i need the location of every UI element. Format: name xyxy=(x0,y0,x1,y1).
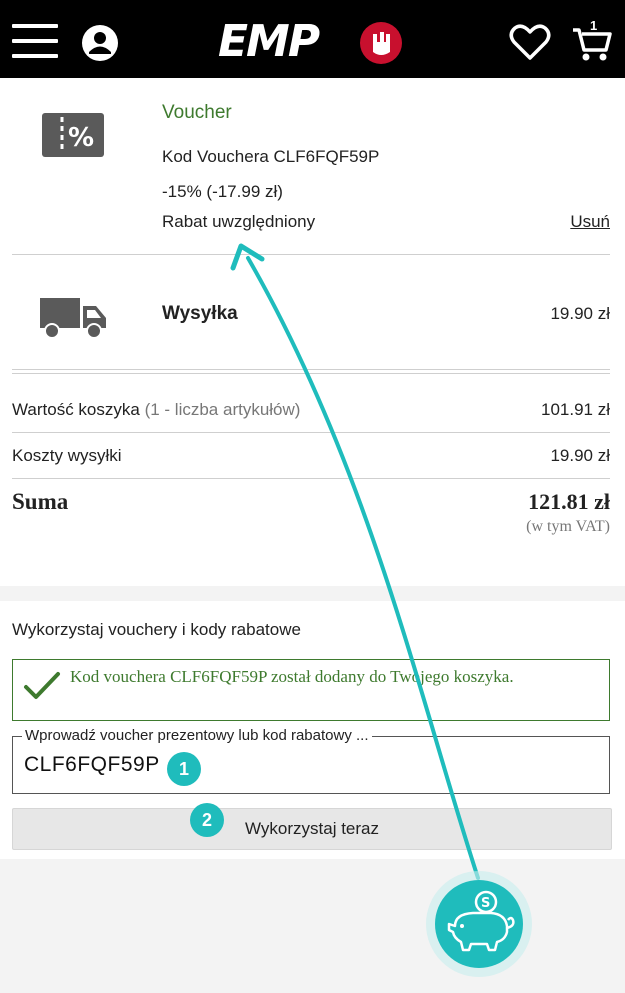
svg-text:S: S xyxy=(481,896,490,911)
cart-item-count: (1 - liczba artykułów) xyxy=(144,400,301,419)
divider xyxy=(12,369,610,370)
total-value: 121.81 zł xyxy=(528,489,610,514)
voucher-code-line: Kod Vouchera CLF6FQF59P xyxy=(162,147,380,166)
shipping-cost-label: Koszty wysyłki xyxy=(12,446,122,465)
checkmark-icon xyxy=(23,670,61,707)
divider xyxy=(12,478,610,479)
emp-logo[interactable]: EMP xyxy=(218,18,408,66)
voucher-input-value[interactable]: CLF6FQF59P xyxy=(24,753,160,777)
success-message: Kod vouchera CLF6FQF59P został dodany do… xyxy=(70,667,514,686)
cart-count-badge: 1 xyxy=(590,18,598,33)
shipping-price: 19.90 zł xyxy=(550,304,610,323)
cart-value: 101.91 zł xyxy=(541,400,610,419)
logo-text: EMP xyxy=(218,16,320,67)
divider xyxy=(12,432,610,433)
heart-icon[interactable] xyxy=(509,22,551,62)
success-message-box: Kod vouchera CLF6FQF59P został dodany do… xyxy=(12,659,610,721)
cart-value-label: Wartość koszyka xyxy=(12,400,140,419)
total-label: Suma xyxy=(12,489,69,514)
vat-note: (w tym VAT) xyxy=(526,518,610,535)
rock-hand-icon xyxy=(360,22,402,64)
cart-icon[interactable]: 1 xyxy=(570,18,614,64)
voucher-title: Voucher xyxy=(162,102,232,123)
voucher-discount: -15% (-17.99 zł) xyxy=(162,182,283,201)
remove-voucher-link[interactable]: Usuń xyxy=(570,212,610,232)
voucher-form-title: Wykorzystaj vouchery i kody rabatowe xyxy=(12,620,301,639)
svg-text:%: % xyxy=(68,123,94,153)
user-icon[interactable] xyxy=(81,24,119,62)
step-2-badge: 2 xyxy=(190,803,224,837)
shipping-label: Wysyłka xyxy=(162,303,238,324)
voucher-percent-icon: % xyxy=(42,113,104,162)
divider xyxy=(12,254,610,255)
piggy-bank-savings-icon[interactable]: S xyxy=(425,870,533,978)
divider xyxy=(12,373,610,374)
truck-icon xyxy=(40,296,108,345)
apply-voucher-button[interactable]: Wykorzystaj teraz xyxy=(12,808,612,850)
apply-voucher-button-label: Wykorzystaj teraz xyxy=(245,819,379,838)
menu-icon[interactable] xyxy=(12,24,58,58)
cart-value-row-label: Wartość koszyka (1 - liczba artykułów) xyxy=(12,400,300,420)
voucher-input-label: Wprowadź voucher prezentowy lub kod raba… xyxy=(22,727,372,744)
top-navigation-bar: EMP 1 xyxy=(0,0,625,78)
voucher-status: Rabat uwzględniony xyxy=(162,212,316,231)
step-1-badge: 1 xyxy=(167,752,201,786)
shipping-cost-value: 19.90 zł xyxy=(550,446,610,465)
